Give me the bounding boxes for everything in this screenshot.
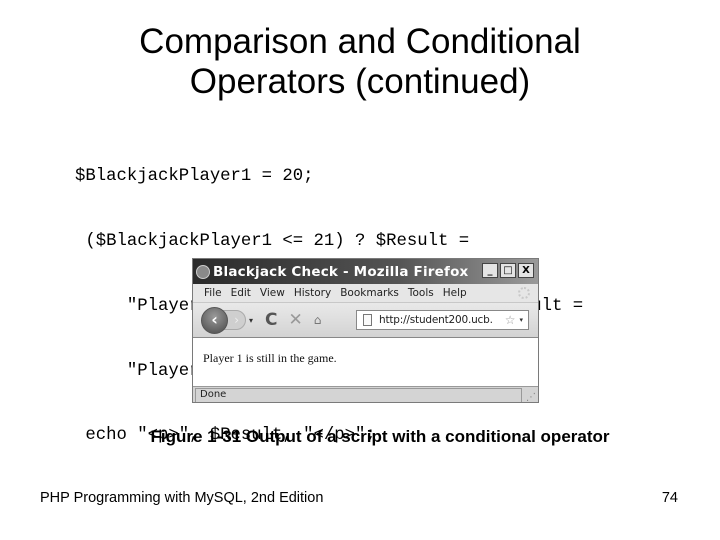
stop-icon[interactable]: ✕: [289, 310, 303, 330]
slide-title-line-2: Operators (continued): [189, 62, 531, 101]
page-content: Player 1 is still in the game.: [193, 338, 538, 387]
maximize-button[interactable]: □: [500, 263, 516, 278]
url-bar[interactable]: http://student200.ucb. ☆ ▾: [356, 310, 529, 330]
footer-book-title: PHP Programming with MySQL, 2nd Edition: [40, 490, 324, 506]
resize-grip-icon[interactable]: ⋰: [526, 392, 536, 402]
url-text[interactable]: http://student200.ucb.: [379, 314, 505, 326]
page-output-text: Player 1 is still in the game.: [203, 351, 337, 365]
page-number: 74: [661, 490, 678, 506]
slide-title-line-1: Comparison and Conditional: [139, 22, 581, 61]
navigation-toolbar: ‹ › ▾ C ✕ ⌂ http://student200.ucb. ☆ ▾: [193, 303, 538, 338]
firefox-icon: [196, 264, 210, 279]
menu-help[interactable]: Help: [443, 287, 467, 299]
menu-view[interactable]: View: [260, 287, 285, 299]
url-dropdown-icon[interactable]: ▾: [519, 316, 523, 324]
status-text: Done: [200, 389, 227, 400]
page-icon: [363, 314, 372, 326]
menu-tools[interactable]: Tools: [408, 287, 434, 299]
code-line: ($BlackjackPlayer1 <= 21) ? $Result =: [75, 231, 470, 251]
menu-file[interactable]: File: [204, 287, 222, 299]
home-icon[interactable]: ⌂: [314, 313, 322, 327]
back-button[interactable]: ‹: [201, 306, 228, 334]
title-bar: Blackjack Check - Mozilla Firefox _ □ X: [193, 259, 538, 284]
close-button[interactable]: X: [518, 263, 534, 278]
minimize-button[interactable]: _: [482, 263, 498, 278]
slide-title: Comparison and Conditional Operators (co…: [0, 22, 720, 102]
throbber-icon: [518, 287, 530, 299]
code-line: $BlackjackPlayer1 = 20;: [75, 167, 314, 187]
reload-icon[interactable]: C: [265, 310, 277, 330]
menu-history[interactable]: History: [294, 287, 331, 299]
window-controls: _ □ X: [482, 263, 534, 278]
window-title: Blackjack Check - Mozilla Firefox: [213, 263, 469, 280]
browser-window-screenshot: Blackjack Check - Mozilla Firefox _ □ X …: [192, 258, 539, 403]
figure-caption: Figure 1-31 Output of a script with a co…: [150, 427, 610, 446]
menu-bar: File Edit View History Bookmarks Tools H…: [193, 284, 538, 303]
menu-edit[interactable]: Edit: [231, 287, 251, 299]
status-panel: [195, 388, 522, 402]
bookmark-star-icon[interactable]: ☆: [505, 313, 516, 327]
history-dropdown-icon[interactable]: ▾: [249, 316, 253, 325]
status-bar: Done ⋰: [193, 387, 538, 402]
menu-bookmarks[interactable]: Bookmarks: [340, 287, 399, 299]
